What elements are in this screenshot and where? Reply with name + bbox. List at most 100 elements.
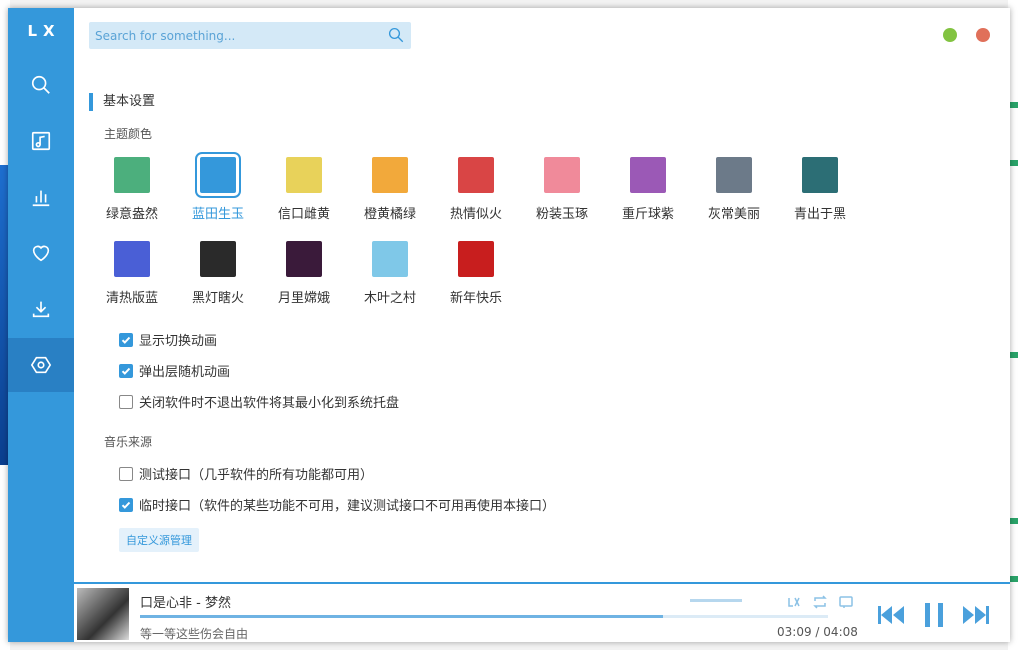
theme-label: 粉装玉琢	[535, 207, 588, 222]
search-input[interactable]	[89, 22, 379, 49]
checkbox-label: 测试接口（几乎软件的所有功能都可用）	[139, 468, 374, 483]
checkbox-label: 临时接口（软件的某些功能不可用，建议测试接口不可用再使用本接口）	[139, 499, 556, 514]
close-button[interactable]	[976, 28, 990, 42]
theme-option[interactable]: 月里嫦娥	[274, 241, 334, 306]
theme-label: 月里嫦娥	[277, 291, 330, 306]
pause-icon	[925, 603, 943, 627]
theme-swatch	[372, 157, 408, 193]
theme-label: 蓝田生玉	[191, 207, 244, 222]
theme-swatch	[630, 157, 666, 193]
checkbox-checked[interactable]	[119, 497, 133, 512]
app-window: LX 基本设置 主题颜色 绿意盎然蓝田生玉信口雌黄橙黄橘绿热情	[8, 8, 1010, 642]
theme-option[interactable]: 绿意盎然	[102, 157, 162, 222]
nav-settings[interactable]	[8, 338, 74, 392]
checkbox-unchecked[interactable]	[119, 394, 133, 409]
theme-swatch	[372, 241, 408, 277]
sidebar: LX	[8, 8, 74, 642]
theme-label: 橙黄橘绿	[363, 207, 416, 222]
theme-swatch	[114, 241, 150, 277]
theme-label: 青出于黑	[793, 207, 846, 222]
volume-slider[interactable]	[690, 599, 742, 602]
app-logo: LX	[27, 22, 61, 40]
custom-source-button[interactable]: 自定义源管理	[119, 528, 199, 552]
music-note-icon	[31, 131, 51, 151]
theme-label: 灰常美丽	[707, 207, 760, 222]
next-icon	[963, 606, 989, 624]
music-source-title: 音乐来源	[104, 435, 153, 449]
theme-label: 新年快乐	[449, 291, 502, 306]
checkbox-checked[interactable]	[119, 332, 133, 347]
lyric-toggle-icon[interactable]	[786, 594, 802, 610]
nav-leaderboard[interactable]	[8, 170, 74, 224]
theme-option[interactable]: 粉装玉琢	[532, 157, 592, 222]
album-cover[interactable]	[77, 588, 129, 640]
theme-swatch	[544, 157, 580, 193]
pause-button[interactable]	[919, 602, 949, 628]
theme-swatch	[458, 241, 494, 277]
time-display: 03:09 / 04:08	[777, 625, 858, 639]
lyric-line: 等一等这些伤会自由	[140, 627, 249, 641]
theme-label: 清热版蓝	[105, 291, 158, 306]
search-box[interactable]	[89, 22, 411, 49]
checkbox-label: 关闭软件时不退出软件将其最小化到系统托盘	[139, 396, 400, 411]
theme-swatch	[716, 157, 752, 193]
theme-option[interactable]: 黑灯瞎火	[188, 241, 248, 306]
theme-option[interactable]: 木叶之村	[360, 241, 420, 306]
nav-download[interactable]	[8, 282, 74, 336]
theme-option[interactable]: 新年快乐	[446, 241, 506, 306]
theme-option[interactable]: 信口雌黄	[274, 157, 334, 222]
theme-option[interactable]: 橙黄橘绿	[360, 157, 420, 222]
progress-fill	[140, 615, 663, 618]
progress-bar[interactable]	[140, 615, 828, 618]
theme-swatch	[114, 157, 150, 193]
download-icon	[32, 301, 50, 318]
section-title-basic: 基本设置	[89, 93, 155, 111]
search-icon[interactable]	[387, 26, 405, 44]
theme-swatch	[195, 152, 241, 198]
checkbox-checked[interactable]	[119, 363, 133, 378]
theme-option[interactable]: 清热版蓝	[102, 241, 162, 306]
theme-label: 信口雌黄	[277, 207, 330, 222]
current-time: 03:09	[777, 625, 812, 639]
search-icon	[31, 75, 50, 94]
heart-icon	[32, 245, 50, 262]
theme-label: 绿意盎然	[105, 207, 158, 222]
checkbox-label: 弹出层随机动画	[139, 365, 231, 380]
checkbox-unchecked[interactable]	[119, 466, 133, 481]
checkbox-option[interactable]: 测试接口（几乎软件的所有功能都可用）	[119, 464, 373, 483]
song-title: 口是心非 - 梦然	[140, 596, 231, 611]
checkbox-option[interactable]: 弹出层随机动画	[119, 361, 230, 380]
nav-favorites[interactable]	[8, 226, 74, 280]
theme-label: 黑灯瞎火	[191, 291, 244, 306]
minimize-button[interactable]	[943, 28, 957, 42]
theme-swatch	[458, 157, 494, 193]
checkbox-option[interactable]: 关闭软件时不退出软件将其最小化到系统托盘	[119, 392, 399, 411]
time-separator: /	[815, 625, 820, 639]
theme-swatch	[200, 241, 236, 277]
player-bar: 口是心非 - 梦然 等一等这些伤会自由 03:09 / 04:08	[74, 582, 1010, 642]
previous-icon	[878, 606, 904, 624]
theme-option[interactable]: 热情似火	[446, 157, 506, 222]
nav-search[interactable]	[8, 58, 74, 112]
checkbox-option[interactable]: 临时接口（软件的某些功能不可用，建议测试接口不可用再使用本接口）	[119, 495, 555, 514]
theme-swatch	[286, 157, 322, 193]
theme-label: 木叶之村	[363, 291, 416, 306]
theme-option[interactable]: 青出于黑	[790, 157, 850, 222]
next-button[interactable]	[961, 602, 991, 628]
mini-mode-icon[interactable]	[838, 594, 854, 610]
theme-color-title: 主题颜色	[104, 127, 153, 141]
checkbox-label: 显示切换动画	[139, 334, 218, 349]
checkbox-option[interactable]: 显示切换动画	[119, 330, 217, 349]
theme-option[interactable]: 蓝田生玉	[188, 152, 248, 222]
leaderboard-icon	[32, 190, 50, 207]
theme-label: 重斤球紫	[621, 207, 674, 222]
theme-swatch	[286, 241, 322, 277]
total-time: 04:08	[823, 625, 858, 639]
nav-song-list[interactable]	[8, 114, 74, 168]
settings-icon	[30, 356, 52, 374]
theme-option[interactable]: 重斤球紫	[618, 157, 678, 222]
theme-swatch	[802, 157, 838, 193]
repeat-icon[interactable]	[812, 594, 828, 610]
previous-button[interactable]	[876, 602, 906, 628]
theme-option[interactable]: 灰常美丽	[704, 157, 764, 222]
